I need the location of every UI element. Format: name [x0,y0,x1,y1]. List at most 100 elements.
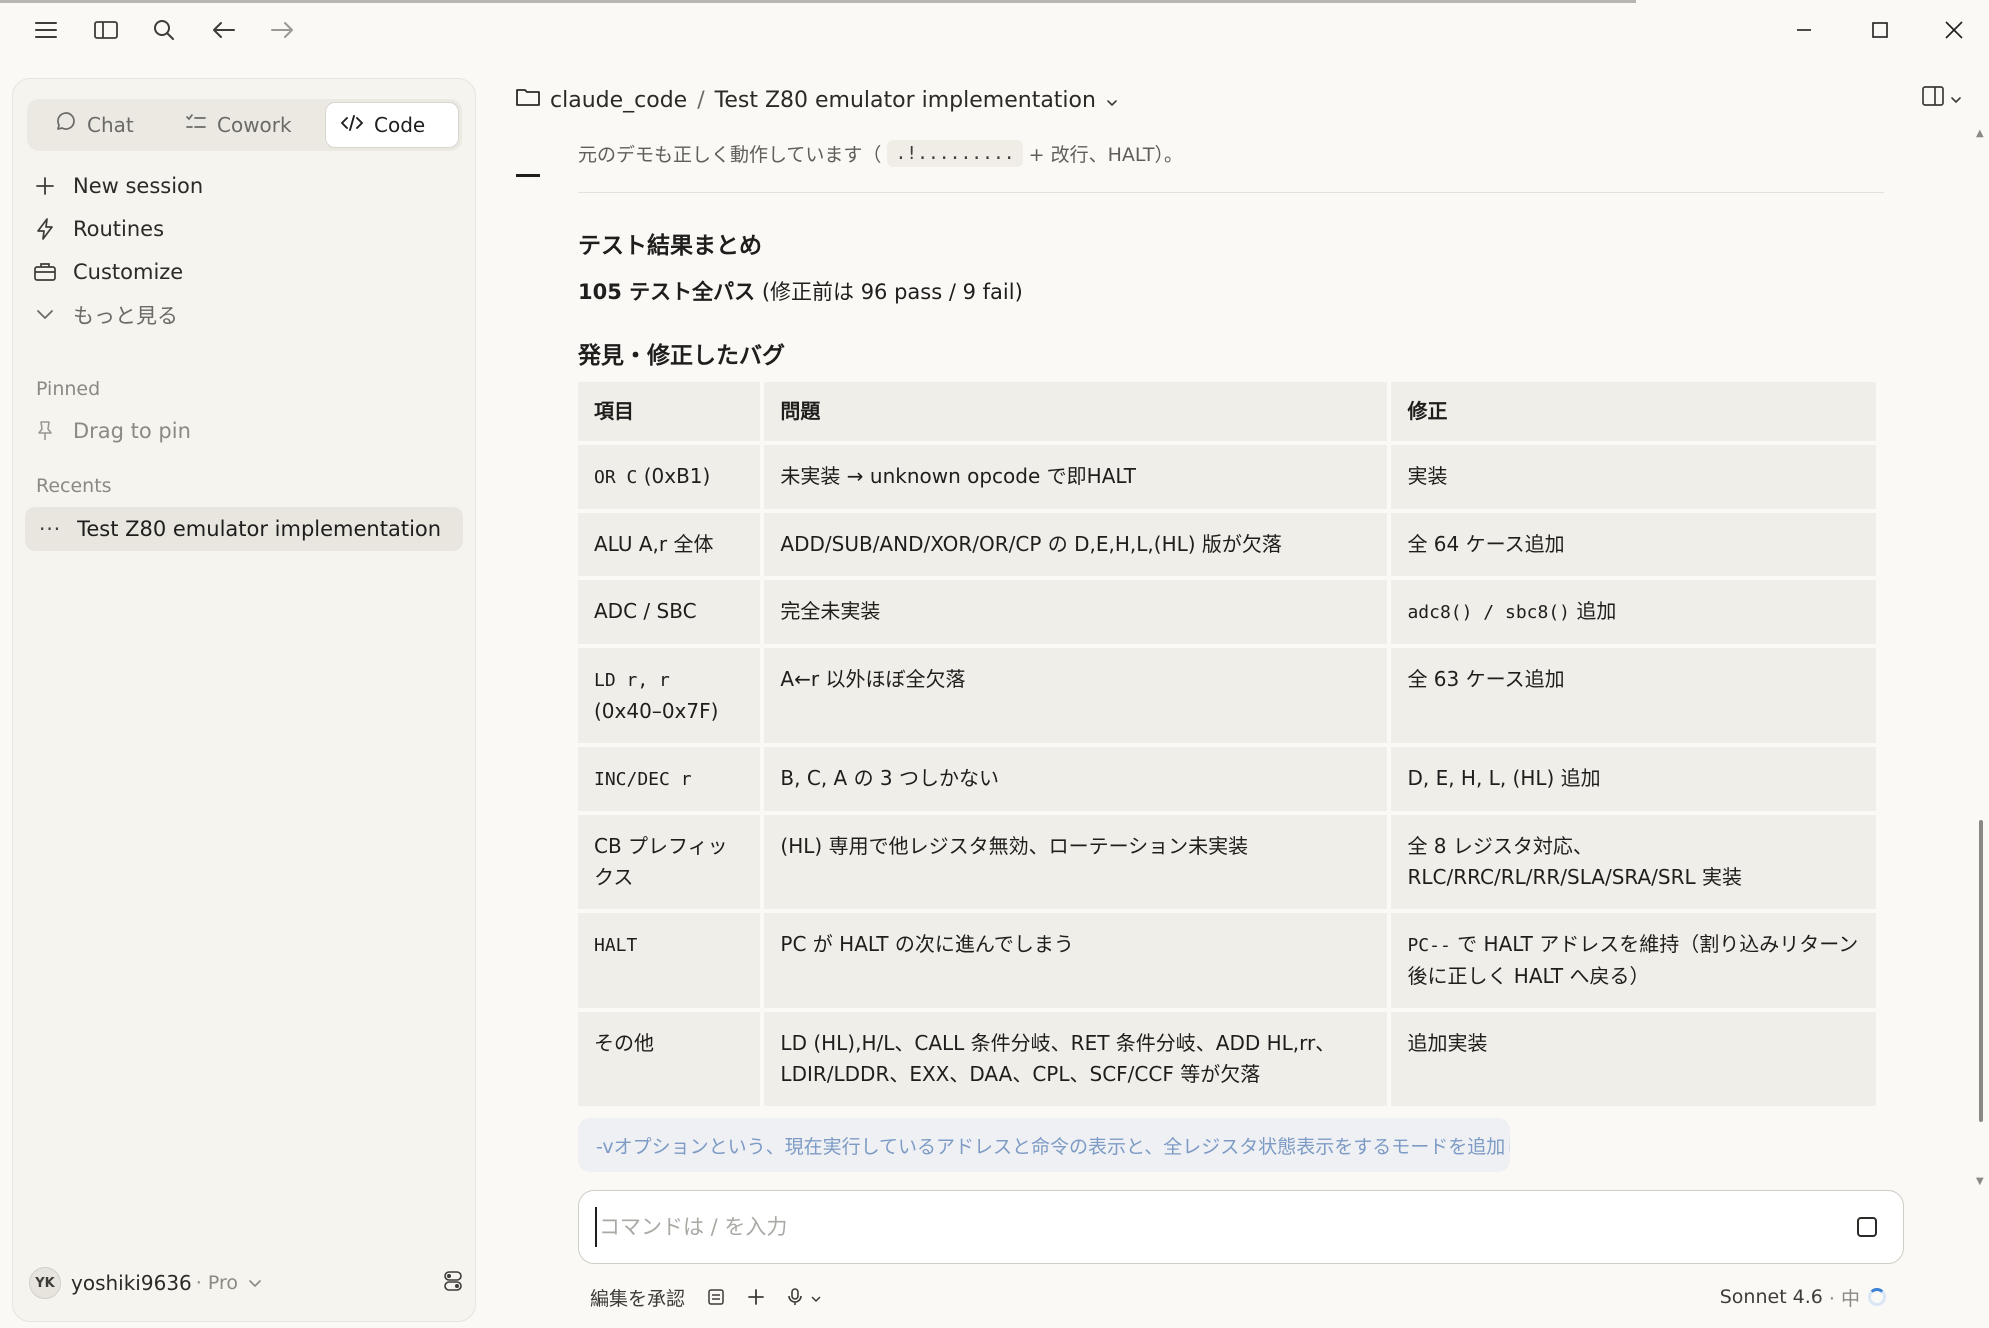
cell-item: CB プレフィックス [578,815,761,909]
show-more-button[interactable]: もっと見る [33,295,178,335]
cell-problem: (HL) 専用で他レジスタ無効、ローテーション未実装 [764,815,1388,909]
scroll-down-icon[interactable]: ▼ [1976,1176,1986,1187]
bugs-table: 項目 問題 修正 OR C (0xB1) 未実装 → unknown opcode… [574,378,1880,1110]
cell-fix: PC-- で HALT アドレスを維持（割り込みリターン後に正しく HALT へ… [1391,913,1876,1008]
summary-rest: (修正前は 96 pass / 9 fail) [755,280,1023,304]
menu-icon[interactable] [30,14,62,46]
cell-item-text: ADC / SBC [594,599,697,623]
sidebar-item-customize[interactable]: Customize [33,252,183,292]
message-marker [516,174,540,177]
cell-item-text: LD r, r [594,670,670,691]
forward-arrow-icon[interactable] [266,14,298,46]
cell-fix-text: 全 8 レジスタ対応、RLC/RRC/RL/RR/SLA/SRA/SRL 実装 [1407,834,1743,889]
title-bar [0,0,1989,60]
command-input[interactable] [595,1207,1795,1247]
cell-fix: 実装 [1391,445,1876,509]
cell-fix-text: D, E, H, L, (HL) 追加 [1407,766,1601,790]
cell-fix-text: 実装 [1407,464,1448,488]
settings-toggle-icon[interactable] [443,1270,463,1296]
cell-fix: 全 63 ケース追加 [1391,648,1876,743]
cell-fix-text: adc8() / sbc8() [1407,602,1571,623]
tab-cowork-label: Cowork [217,113,292,137]
panel-toggle-button[interactable] [1922,86,1962,110]
cell-item: OR C (0xB1) [578,445,761,509]
accept-edits-toggle[interactable]: 編集を承認 [590,1284,685,1311]
column-header: 修正 [1391,382,1876,441]
cell-item-text: INC/DEC r [594,769,692,790]
search-icon[interactable] [148,14,180,46]
routines-label: Routines [73,217,165,241]
cell-item-text: ALU A,r 全体 [594,532,714,556]
chevron-down-icon [1950,89,1962,108]
more-options-icon[interactable]: ··· [39,517,61,541]
cell-problem: 未実装 → unknown opcode で即HALT [764,445,1388,509]
cell-item-extra: (0x40–0x7F) [594,699,719,723]
table-header-row: 項目 問題 修正 [578,382,1876,441]
document-icon[interactable] [707,1288,725,1306]
cell-fix-extra: で HALT アドレスを維持（割り込みリターン後に正しく HALT へ戻る） [1407,932,1859,988]
cell-item: ALU A,r 全体 [578,513,761,576]
model-label: Sonnet 4.6 [1719,1286,1823,1308]
chevron-down-icon [33,309,57,321]
tab-code[interactable]: Code [325,102,459,148]
cell-item: LD r, r (0x40–0x7F) [578,648,761,743]
folder-icon [516,87,540,113]
minimize-icon[interactable] [1776,10,1832,50]
recents-section-label: Recents [36,475,112,497]
cell-fix-text: 全 64 ケース追加 [1407,532,1565,556]
cell-fix-extra: 追加 [1570,599,1617,623]
divider [578,192,1884,193]
cell-fix-text: PC-- [1407,935,1451,956]
cell-problem: ADD/SUB/AND/XOR/OR/CP の D,E,H,L,(HL) 版が欠… [764,513,1388,576]
cell-item-text: HALT [594,935,638,956]
tab-code-label: Code [374,113,426,137]
microphone-icon[interactable] [787,1286,821,1308]
table-row: CB プレフィックス (HL) 専用で他レジスタ無効、ローテーション未実装全 8 … [578,815,1876,909]
cell-problem: A←r 以外ほぼ全欠落 [764,648,1388,743]
scrollbar-thumb[interactable] [1979,820,1983,1122]
add-icon[interactable] [747,1288,765,1306]
column-header: 問題 [764,382,1388,441]
session-title[interactable]: Test Z80 emulator implementation [715,88,1096,113]
cell-fix-text: 追加実装 [1407,1031,1488,1055]
drag-to-pin-label: Drag to pin [73,419,191,443]
scroll-up-icon[interactable]: ▲ [1976,128,1986,139]
pinned-section-label: Pinned [36,378,101,400]
queued-message[interactable]: -vオプションという、現在実行しているアドレスと命令の表示と、全レジスタ状態表示… [578,1118,1510,1172]
show-more-label: もっと見る [73,304,178,328]
tab-chat-label: Chat [87,113,134,137]
maximize-icon[interactable] [1852,10,1908,50]
table-row: LD r, r (0x40–0x7F) A←r 以外ほぼ全欠落全 63 ケース追加 [578,648,1876,743]
recent-session-item[interactable]: ··· Test Z80 emulator implementation [25,507,463,551]
sidebar-toggle-icon[interactable] [90,14,122,46]
avatar: YK [29,1267,61,1299]
cell-item: INC/DEC r [578,747,761,811]
chevron-down-icon [811,1286,821,1308]
column-header: 項目 [578,382,761,441]
chevron-down-icon[interactable] [1106,88,1118,113]
back-arrow-icon[interactable] [208,14,240,46]
cell-problem: PC が HALT の次に進んでしまう [764,913,1388,1008]
summary-heading: テスト結果まとめ [578,233,762,259]
drag-to-pin-hint: Drag to pin [33,411,191,451]
stop-button[interactable] [1857,1217,1877,1237]
model-selector[interactable]: Sonnet 4.6 · 中 [1720,1284,1860,1311]
plus-icon [33,176,57,196]
new-session-button[interactable]: New session [33,166,203,206]
user-plan: · Pro [195,1272,238,1294]
bolt-icon [33,218,57,240]
inline-code: .!......... [887,140,1023,167]
table-row: INC/DEC r B, C, A の 3 つしかない D, E, H, L, (H… [578,747,1876,811]
checklist-icon [185,113,207,138]
table-row: ALU A,r 全体 ADD/SUB/AND/XOR/OR/CP の D,E,H,… [578,513,1876,576]
sidebar-item-routines[interactable]: Routines [33,209,164,249]
close-icon[interactable] [1926,10,1982,50]
user-menu[interactable]: YK yoshiki9636 · Pro [29,1263,469,1303]
code-icon [340,113,364,138]
tab-chat[interactable]: Chat [41,102,148,148]
folder-name[interactable]: claude_code [550,88,687,113]
tab-cowork[interactable]: Cowork [171,102,306,148]
sidebar: Chat Cowork Code New session Routines Cu… [12,78,476,1322]
cell-problem: B, C, A の 3 つしかない [764,747,1388,811]
recent-session-label: Test Z80 emulator implementation [77,517,442,541]
